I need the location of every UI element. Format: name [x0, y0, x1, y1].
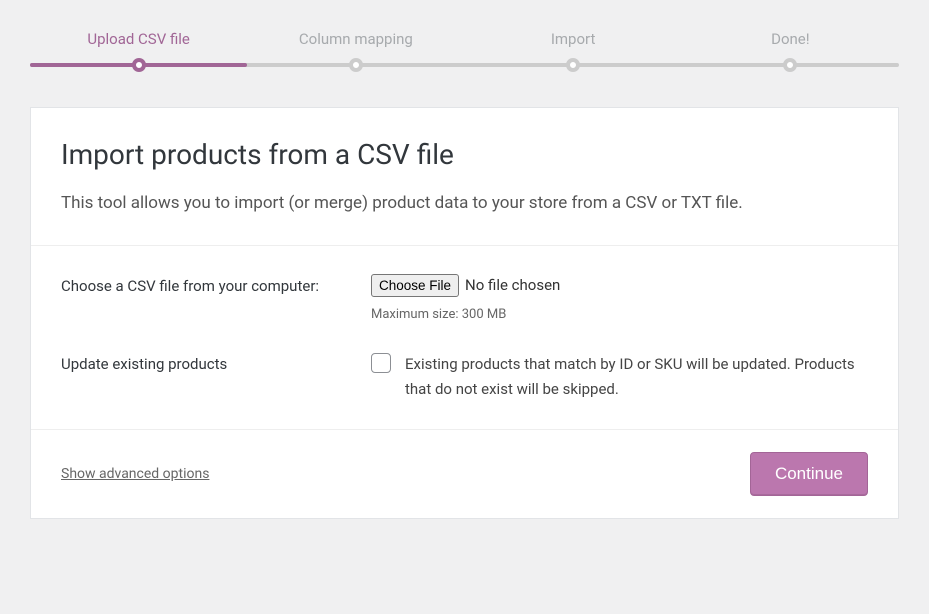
page-title: Import products from a CSV file: [61, 138, 868, 171]
progress-track: [30, 63, 899, 67]
card-header: Import products from a CSV file This too…: [31, 108, 898, 246]
continue-button[interactable]: Continue: [750, 452, 868, 496]
page-description: This tool allows you to import (or merge…: [61, 191, 868, 217]
file-status: No file chosen: [465, 276, 560, 294]
file-help-text: Maximum size: 300 MB: [371, 307, 868, 322]
update-description: Existing products that match by ID or SK…: [405, 352, 868, 403]
step-dot-1: [132, 58, 146, 72]
step-dot-4: [783, 58, 797, 72]
progress-stepper: Upload CSV file Column mapping Import Do…: [30, 0, 899, 107]
file-label: Choose a CSV file from your computer:: [61, 274, 371, 322]
step-dot-2: [349, 58, 363, 72]
step-dot-3: [566, 58, 580, 72]
update-row: Update existing products Existing produc…: [61, 352, 868, 403]
step-done: Done!: [682, 30, 899, 48]
file-row: Choose a CSV file from your computer: Ch…: [61, 274, 868, 322]
update-existing-checkbox[interactable]: [371, 353, 391, 373]
card-body: Choose a CSV file from your computer: Ch…: [31, 246, 898, 430]
update-label: Update existing products: [61, 352, 371, 403]
step-column-mapping: Column mapping: [247, 30, 464, 48]
step-upload-csv[interactable]: Upload CSV file: [30, 30, 247, 48]
import-card: Import products from a CSV file This too…: [30, 107, 899, 519]
step-import: Import: [465, 30, 682, 48]
choose-file-button[interactable]: Choose File: [371, 274, 459, 297]
show-advanced-link[interactable]: Show advanced options: [61, 466, 209, 482]
card-footer: Show advanced options Continue: [31, 430, 898, 518]
